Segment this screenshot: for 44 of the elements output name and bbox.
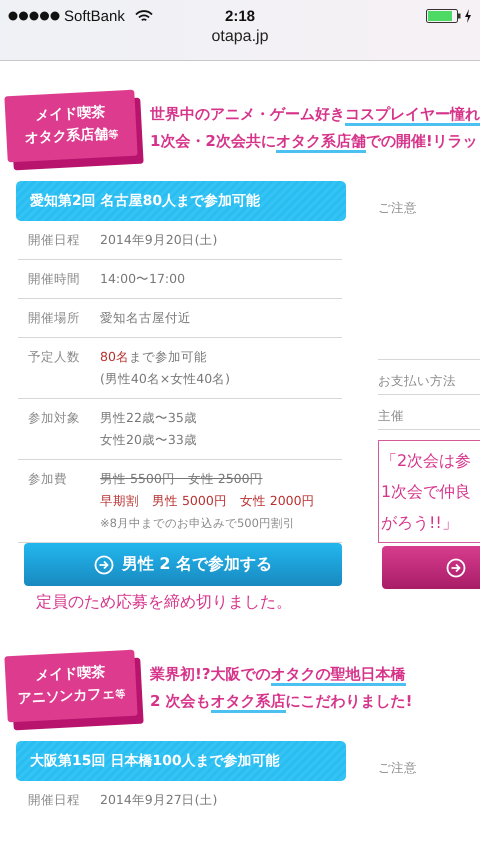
- field-value: 男性22歳〜35歳: [100, 410, 197, 425]
- headline-text: 2 次会もオタク系店にこだわりました!: [150, 692, 413, 711]
- category-badge: メイド喫茶 オタク系店舗等: [4, 90, 138, 162]
- field-value: まで参加可能: [128, 349, 207, 364]
- wifi-icon: [134, 10, 153, 22]
- arrow-circle-icon: [446, 558, 466, 578]
- field-label: ご注意: [378, 200, 417, 215]
- field-label: 予定人数: [28, 348, 81, 366]
- field-value: 男性 5500円 女性 2500円: [100, 471, 263, 486]
- carrier-name: SoftBank: [64, 8, 125, 24]
- field-value: 女性20歳〜33歳: [100, 432, 197, 447]
- field-value: 80名: [100, 349, 129, 364]
- headline-text: 1次会・2次会共にオタク系店舗での開催!リラッ: [150, 132, 480, 151]
- field-value: 14:00〜17:00: [100, 271, 186, 286]
- event-title-bar: 愛知第2回 名古屋80人まで参加可能: [16, 181, 346, 221]
- field-value: 2014年9月20日(土): [100, 232, 218, 247]
- category-badge: メイド喫茶 アニソンカフェ等: [4, 650, 138, 722]
- quote-text: 1次会で仲良: [381, 481, 472, 503]
- field-label: 開催日程: [28, 791, 81, 809]
- event-title-bar: 大阪第15回 日本橋100人まで参加可能: [16, 741, 346, 781]
- field-value: 早期割 男性 5000円 女性 2000円: [100, 493, 315, 508]
- field-label: ご注意: [378, 760, 417, 775]
- field-value: (男性40名×女性40名): [100, 371, 230, 386]
- battery-icon: [426, 9, 462, 23]
- field-label: 主催: [378, 408, 404, 423]
- headline-text: 業界初!?大阪でのオタクの聖地日本橋: [150, 665, 413, 684]
- closed-notice: 定員のため応募を締め切りました。: [35, 591, 293, 613]
- signal-icon: [8, 11, 60, 21]
- field-label: 開催日程: [28, 231, 81, 249]
- field-value: 愛知名古屋付近: [100, 310, 191, 325]
- field-label: 参加費: [28, 470, 68, 488]
- field-label: 参加対象: [28, 409, 81, 427]
- field-label: お支払い方法: [378, 373, 456, 388]
- address-bar-url[interactable]: otapa.jp: [212, 28, 268, 46]
- headline-text: 世界中のアニメ・ゲーム好き コスプレイヤー憧れ: [150, 105, 480, 124]
- quote-text: がろう!!」: [381, 512, 459, 534]
- charging-icon: [464, 9, 472, 23]
- clock-time: 2:18: [224, 8, 256, 24]
- field-label: 開催場所: [28, 309, 81, 327]
- quote-text: 「2次会は参: [381, 450, 472, 472]
- field-value: 2014年9月27日(土): [100, 792, 218, 807]
- field-value: ※8月中までのお申込みで500円割引: [100, 516, 295, 530]
- field-label: 開催時間: [28, 270, 81, 288]
- arrow-circle-icon: [94, 554, 114, 574]
